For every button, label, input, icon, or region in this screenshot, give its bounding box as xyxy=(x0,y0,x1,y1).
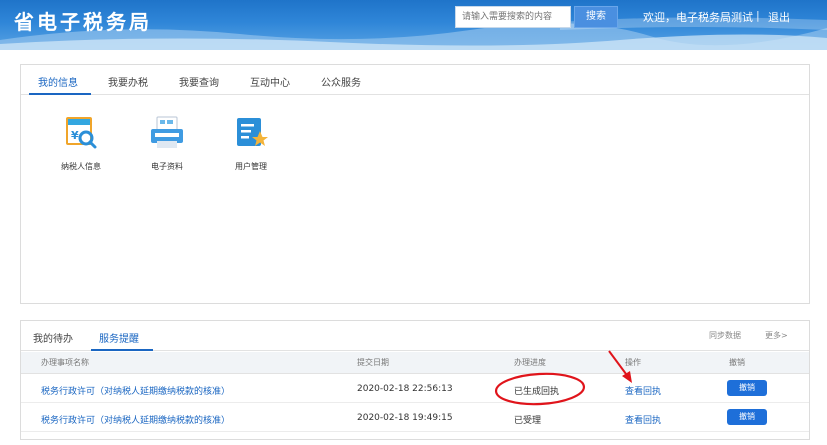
search-button[interactable]: 搜索 xyxy=(574,6,618,28)
item-name-link[interactable]: 税务行政许可（对纳税人延期缴纳税款的核准） xyxy=(41,413,230,426)
service-reminder-panel: 我的待办 服务提醒 同步数据 更多> 办理事项名称 提交日期 办理进度 操作 撤… xyxy=(20,320,810,440)
column-header: 提交日期 xyxy=(357,358,389,367)
column-header: 撤销 xyxy=(729,358,745,367)
todo-tabs: 我的待办 服务提醒 同步数据 更多> xyxy=(21,321,809,351)
view-receipt-link[interactable]: 查看回执 xyxy=(625,413,661,426)
tab-service-reminder[interactable]: 服务提醒 xyxy=(99,330,139,345)
more-link[interactable]: 更多> xyxy=(765,330,788,341)
svg-text:¥: ¥ xyxy=(71,129,79,142)
site-title: 省电子税务局 xyxy=(14,10,152,34)
cancel-button[interactable]: 撤销 xyxy=(727,380,767,396)
app-user-management[interactable]: 用户管理 xyxy=(211,113,291,172)
tab-my-todo[interactable]: 我的待办 xyxy=(33,330,73,345)
page: 省电子税务局 搜索 欢迎，电子税务局测试 | 退出 我的信息 我要办税 我要查询… xyxy=(0,0,827,445)
view-receipt-link[interactable]: 查看回执 xyxy=(625,384,661,397)
table-row: 税务行政许可（对纳税人延期缴纳税款的核准） 2020-02-18 19:49:1… xyxy=(21,404,809,432)
header-banner: 省电子税务局 搜索 欢迎，电子税务局测试 | 退出 xyxy=(0,0,827,50)
taxpayer-info-icon: ¥ xyxy=(61,113,101,153)
search-input[interactable] xyxy=(455,6,571,28)
table-row: 税务行政许可（对纳税人延期缴纳税款的核准） 2020-02-18 22:56:1… xyxy=(21,375,809,403)
tab-interaction-center[interactable]: 互动中心 xyxy=(250,74,290,89)
submit-date: 2020-02-18 22:56:13 xyxy=(357,384,453,394)
status-text: 已生成回执 xyxy=(514,387,560,397)
my-info-panel: 我的信息 我要办税 我要查询 互动中心 公众服务 ¥ 纳税人信息 电子资料 用户… xyxy=(20,64,810,304)
sync-data-link[interactable]: 同步数据 xyxy=(709,330,741,341)
header-separator: | xyxy=(756,9,760,22)
column-header: 办理进度 xyxy=(514,358,546,367)
column-header: 办理事项名称 xyxy=(41,358,89,367)
app-label: 电子资料 xyxy=(151,162,183,171)
active-tab-underline xyxy=(29,93,91,95)
app-label: 纳税人信息 xyxy=(61,162,101,171)
logout-link[interactable]: 退出 xyxy=(768,9,790,25)
tab-public-service[interactable]: 公众服务 xyxy=(321,74,361,89)
table-header: 办理事项名称 提交日期 办理进度 操作 撤销 xyxy=(21,352,809,374)
app-electronic-documents[interactable]: 电子资料 xyxy=(127,113,207,172)
info-tabs: 我的信息 我要办税 我要查询 互动中心 公众服务 xyxy=(21,65,809,95)
tab-inquiry[interactable]: 我要查询 xyxy=(179,74,219,89)
tab-my-info[interactable]: 我的信息 xyxy=(38,74,78,89)
item-name-link[interactable]: 税务行政许可（对纳税人延期缴纳税款的核准） xyxy=(41,384,230,397)
status-text: 已受理 xyxy=(514,416,542,426)
app-taxpayer-info[interactable]: ¥ 纳税人信息 xyxy=(41,113,121,172)
app-label: 用户管理 xyxy=(235,162,267,171)
electronic-documents-icon xyxy=(147,113,187,153)
column-header: 操作 xyxy=(625,358,641,367)
cancel-button[interactable]: 撤销 xyxy=(727,409,767,425)
submit-date: 2020-02-18 19:49:15 xyxy=(357,413,453,423)
user-management-icon xyxy=(231,113,271,153)
active-tab-underline xyxy=(91,349,153,351)
welcome-text: 欢迎，电子税务局测试 xyxy=(643,11,753,24)
tab-tax-handling[interactable]: 我要办税 xyxy=(108,74,148,89)
